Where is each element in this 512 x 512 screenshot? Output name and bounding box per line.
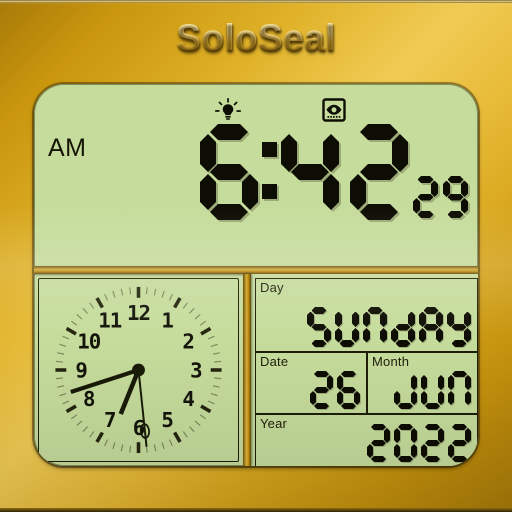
bottom-area: 121234567891011 Day Date Mont	[34, 274, 478, 466]
digital-time-display	[200, 124, 468, 220]
time-colon	[261, 124, 278, 220]
date-label: Date	[260, 354, 289, 369]
frame-bottom-edge	[0, 508, 512, 512]
lcd-screen[interactable]: AM 12 1 2 3 4 5 6 7 8 9 10 11 Day Date M…	[34, 84, 478, 466]
seconds-digits	[413, 176, 468, 218]
date-cell[interactable]: Date	[255, 352, 367, 414]
date-value	[256, 371, 360, 409]
month-cell[interactable]: Month	[367, 352, 478, 414]
meridiem-indicator: AM	[48, 134, 87, 162]
analog-clock[interactable]: 12 1 2 3 4 5 6 7 8 9 10 11	[38, 278, 239, 462]
day-cell[interactable]: Day	[255, 278, 478, 352]
svg-text:2: 2	[182, 330, 194, 354]
svg-text:4: 4	[182, 387, 194, 411]
clock-device: SoloSeal AM 12 1 2 3 4 5 6 7 8 9 10 11 D…	[0, 0, 512, 512]
svg-text:9: 9	[75, 358, 87, 382]
vertical-divider	[243, 274, 251, 466]
svg-text:10: 10	[77, 330, 101, 354]
time-area: AM	[34, 84, 478, 266]
frame-top-edge	[0, 0, 512, 3]
minutes-digits	[281, 124, 408, 220]
day-value	[256, 307, 471, 347]
brand-title: SoloSeal	[0, 19, 512, 57]
analog-dial: 12 1234567891011	[55, 286, 222, 454]
hours-digits	[200, 124, 258, 220]
svg-text:11: 11	[98, 309, 122, 333]
svg-text:5: 5	[161, 408, 173, 432]
year-cell[interactable]: Year	[255, 414, 478, 466]
day-label: Day	[260, 280, 284, 295]
svg-text:3: 3	[190, 358, 202, 382]
svg-text:12: 12	[127, 301, 150, 325]
eye-in-box-icon[interactable]	[321, 98, 347, 127]
month-value	[368, 371, 471, 409]
date-panel: Day Date Month Year	[251, 274, 478, 466]
month-label: Month	[372, 354, 410, 369]
svg-text:7: 7	[104, 408, 116, 432]
svg-text:8: 8	[83, 387, 95, 411]
svg-text:1: 1	[161, 309, 173, 333]
year-value	[256, 424, 471, 462]
horizontal-divider	[34, 266, 478, 274]
